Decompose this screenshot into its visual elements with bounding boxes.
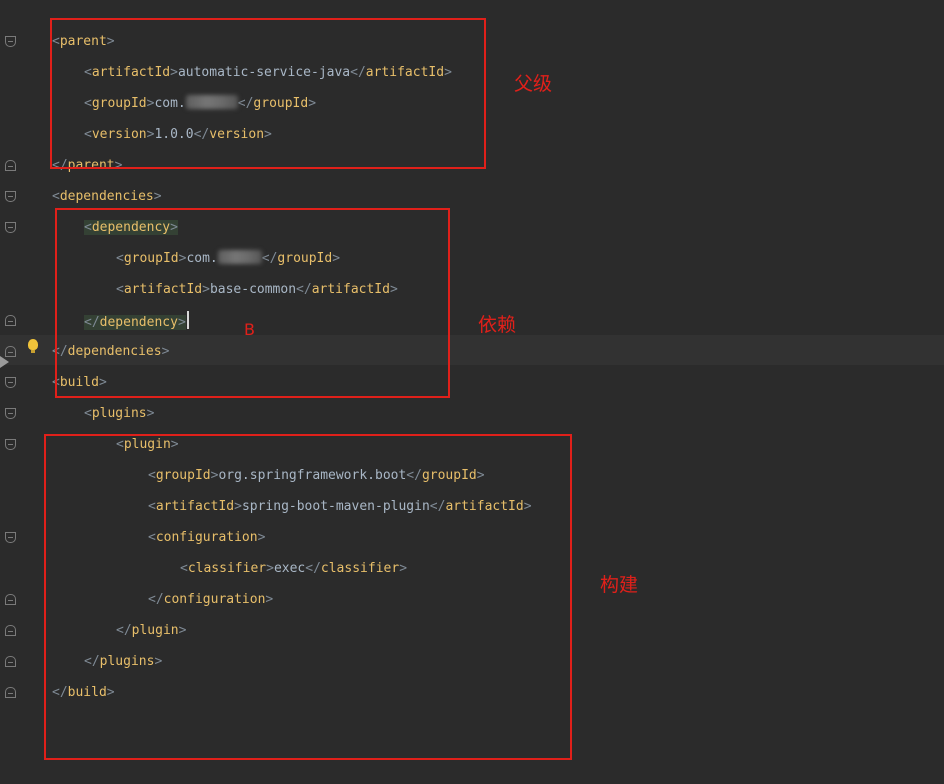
fold-close-icon[interactable]	[5, 687, 16, 698]
breakpoint-arrow-icon	[0, 356, 9, 368]
dependencies-annotation-box	[55, 208, 450, 398]
fold-open-icon[interactable]	[5, 191, 16, 202]
code-line[interactable]: <plugins>	[84, 404, 154, 424]
b-marker: B	[244, 320, 255, 339]
fold-open-icon[interactable]	[5, 377, 16, 388]
code-line[interactable]: <dependencies>	[52, 187, 162, 207]
xml-tag: dependencies	[59, 189, 154, 204]
fold-close-icon[interactable]	[5, 315, 16, 326]
fold-open-icon[interactable]	[5, 36, 16, 47]
parent-annotation-label: 父级	[514, 73, 553, 95]
fold-close-icon[interactable]	[5, 160, 16, 171]
fold-open-icon[interactable]	[5, 408, 16, 419]
fold-close-icon[interactable]	[5, 625, 16, 636]
fold-open-icon[interactable]	[5, 222, 16, 233]
build-annotation-box	[44, 434, 572, 760]
build-annotation-label: 构建	[600, 574, 639, 596]
dependencies-annotation-label: 依赖	[478, 314, 517, 336]
fold-open-icon[interactable]	[5, 439, 16, 450]
lightbulb-icon[interactable]	[28, 339, 38, 353]
xml-tag: plugins	[91, 406, 147, 421]
parent-annotation-box	[50, 18, 486, 169]
fold-close-icon[interactable]	[5, 656, 16, 667]
fold-close-icon[interactable]	[5, 594, 16, 605]
fold-open-icon[interactable]	[5, 532, 16, 543]
